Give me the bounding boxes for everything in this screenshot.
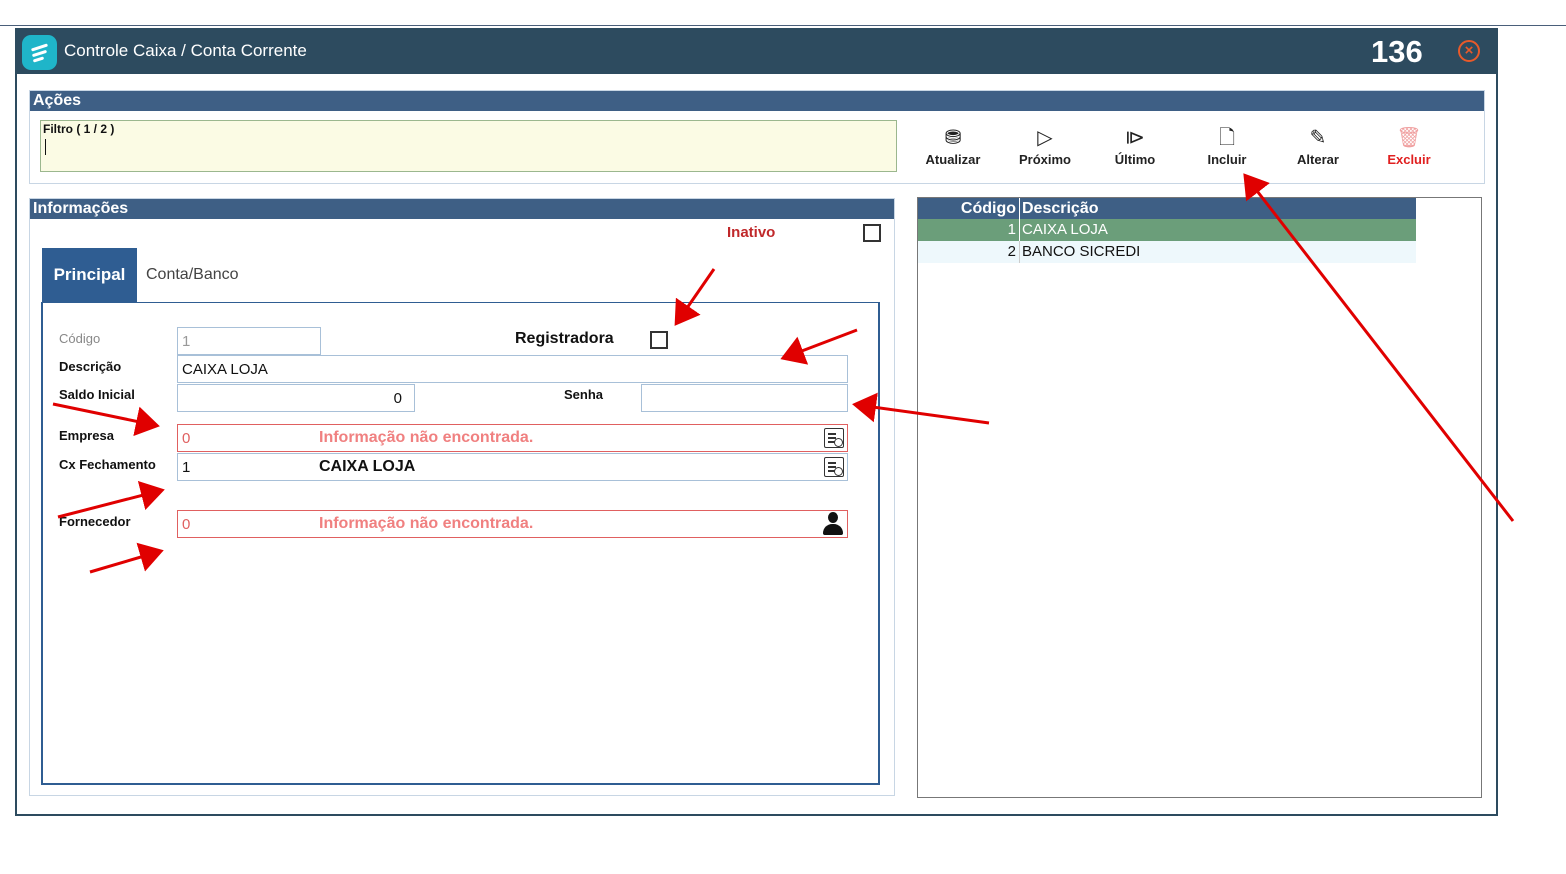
refresh-icon: ⛃: [944, 127, 962, 149]
excluir-label: Excluir: [1387, 152, 1431, 167]
text-caret: [45, 139, 46, 155]
row-descricao: CAIXA LOJA: [1022, 221, 1108, 238]
alterar-button[interactable]: ✎ Alterar: [1278, 124, 1358, 174]
grid-header: Código Descrição: [918, 198, 1416, 219]
fornecedor-code: 0: [182, 516, 191, 533]
filter-input[interactable]: Filtro ( 1 / 2 ): [40, 120, 897, 172]
search-list-icon[interactable]: [824, 428, 844, 448]
saldo-inicial-input[interactable]: 0: [177, 384, 415, 412]
cx-fechamento-input[interactable]: 1 CAIXA LOJA: [177, 453, 848, 481]
atualizar-button[interactable]: ⛃ Atualizar: [913, 124, 993, 174]
grid-header-descricao[interactable]: Descrição: [1022, 198, 1099, 219]
incluir-label: Incluir: [1207, 152, 1247, 167]
proximo-label: Próximo: [1018, 152, 1071, 167]
excluir-button[interactable]: 🗑 Excluir: [1369, 124, 1449, 174]
codigo-label: Código: [59, 331, 101, 346]
cx-fechamento-label: Cx Fechamento: [59, 457, 156, 472]
tab-principal[interactable]: Principal: [42, 248, 137, 302]
cx-fechamento-desc: CAIXA LOJA: [319, 458, 416, 475]
senha-label: Senha: [564, 387, 604, 402]
window-title: Controle Caixa / Conta Corrente: [64, 41, 307, 60]
title-bar: Controle Caixa / Conta Corrente 136 ×: [17, 28, 1498, 74]
table-row[interactable]: 2 BANCO SICREDI: [918, 241, 1416, 263]
add-document-icon: 🗋: [1218, 127, 1236, 149]
codigo-input[interactable]: 1: [177, 327, 321, 355]
empresa-code: 0: [182, 430, 191, 447]
app-logo-icon: [22, 35, 57, 70]
table-row[interactable]: 1 CAIXA LOJA: [918, 219, 1416, 241]
trash-icon: 🗑: [1396, 127, 1422, 149]
main-window: Controle Caixa / Conta Corrente 136 × Aç…: [15, 28, 1498, 816]
edit-document-icon: ✎: [1309, 127, 1327, 149]
fornecedor-message: Informação não encontrada.: [319, 515, 534, 532]
registradora-label: Registradora: [515, 330, 614, 347]
proximo-button[interactable]: ▷ Próximo: [1005, 124, 1085, 174]
descricao-input[interactable]: CAIXA LOJA: [177, 355, 848, 383]
close-icon[interactable]: ×: [1458, 40, 1480, 62]
empresa-label: Empresa: [59, 428, 114, 443]
alterar-label: Alterar: [1297, 152, 1339, 167]
atualizar-label: Atualizar: [925, 152, 981, 167]
last-icon: ⧐: [1125, 127, 1145, 149]
empresa-input[interactable]: 0 Informação não encontrada.: [177, 424, 848, 452]
senha-input[interactable]: [641, 384, 848, 412]
filter-label: Filtro ( 1 / 2 ): [43, 122, 115, 136]
ultimo-button[interactable]: ⧐ Último: [1095, 124, 1175, 174]
inativo-checkbox[interactable]: [863, 224, 881, 242]
registradora-checkbox[interactable]: [650, 331, 668, 349]
ultimo-label: Último: [1114, 152, 1156, 167]
records-grid: Código Descrição 1 CAIXA LOJA 2 BANCO SI…: [917, 197, 1482, 798]
row-codigo: 1: [918, 219, 1020, 241]
empresa-message: Informação não encontrada.: [319, 429, 534, 446]
search-list-icon[interactable]: [824, 457, 844, 477]
window-id: 136: [1371, 34, 1423, 69]
fornecedor-label: Fornecedor: [59, 514, 131, 529]
incluir-button[interactable]: 🗋 Incluir: [1187, 124, 1267, 174]
person-icon[interactable]: [822, 512, 844, 536]
saldo-inicial-label: Saldo Inicial: [59, 387, 135, 402]
cx-fechamento-code: 1: [182, 459, 191, 476]
inativo-label: Inativo: [727, 224, 776, 241]
row-codigo: 2: [918, 241, 1020, 263]
grid-header-codigo[interactable]: Código: [918, 198, 1020, 219]
row-descricao: BANCO SICREDI: [1022, 243, 1141, 260]
next-icon: ▷: [1037, 127, 1053, 149]
tab-conta-banco[interactable]: Conta/Banco: [146, 266, 239, 284]
fornecedor-input[interactable]: 0 Informação não encontrada.: [177, 510, 848, 538]
top-divider: [0, 25, 1566, 26]
descricao-label: Descrição: [59, 359, 122, 374]
